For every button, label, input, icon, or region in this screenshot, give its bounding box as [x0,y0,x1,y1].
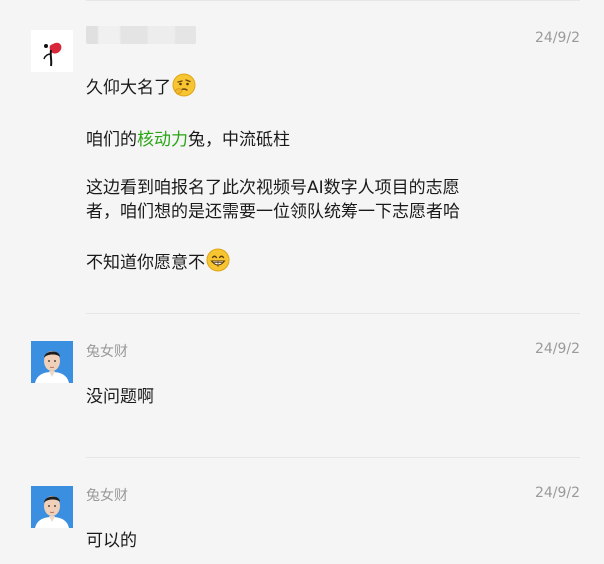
paragraph-3-line-1: 这边看到咱报名了此次视频号AI数字人项目的志愿 [86,178,460,198]
top-divider [86,0,580,1]
sender-name: 兔女财 [86,344,128,360]
paragraph-1: 可以的 [86,531,137,551]
paragraph-1: 没问题啊 [86,387,154,407]
avatar[interactable] [31,341,73,383]
thinking-face-emoji-icon [172,73,196,104]
man-portrait-avatar-icon [31,486,73,528]
ink-blossom-avatar-icon [31,30,73,72]
message-body: 可以的 [86,529,137,553]
man-portrait-avatar-icon [31,341,73,383]
message-time: 24/9/2 [534,30,580,46]
message-divider [86,457,580,458]
sender-name-obscured [86,26,196,44]
message-body: 没问题啊 [86,385,154,409]
avatar[interactable] [31,30,73,72]
message-time: 24/9/2 [534,485,580,501]
sender-name: 兔女财 [86,488,128,504]
paragraph-2: 咱们的核动力兔，中流砥柱 [86,130,290,150]
message-time: 24/9/2 [534,341,580,357]
paragraph-3-line-2: 者，咱们想的是还需要一位领队统筹一下志愿者哈 [86,202,460,222]
highlight-link[interactable]: 核动力 [137,130,188,150]
avatar[interactable] [31,486,73,528]
message-body: 久仰大名了 咱们的核动力兔，中流砥柱 这边看到咱报名了此次视频号AI数字人项目的… [86,73,460,279]
message-divider [86,313,580,314]
grinning-face-emoji-icon [206,248,230,279]
paragraph-4: 不知道你愿意不 [86,248,460,279]
paragraph-1: 久仰大名了 [86,73,460,104]
